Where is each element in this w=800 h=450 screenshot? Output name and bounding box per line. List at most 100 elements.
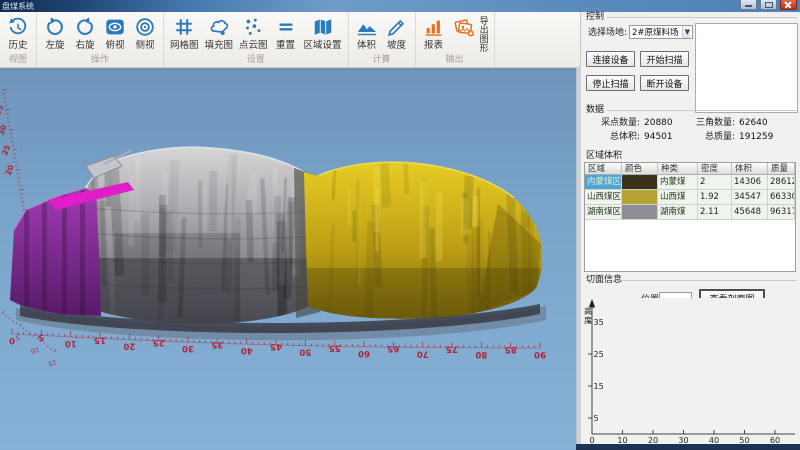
window-controls bbox=[740, 0, 797, 10]
svg-text:50: 50 bbox=[299, 347, 311, 357]
table-column-header: 种类 bbox=[658, 163, 698, 175]
ribbon-button-label: 填充图 bbox=[205, 40, 234, 51]
rotate-right-icon bbox=[73, 15, 97, 39]
reset-button[interactable]: 重置 bbox=[271, 14, 301, 52]
density-cell: 1.92 bbox=[698, 190, 732, 205]
stat-label: 总质量: bbox=[681, 132, 735, 142]
table-row[interactable]: 湖南煤区湖南煤2.114564896317 bbox=[585, 205, 795, 220]
table-column-header: 密度 bbox=[698, 163, 732, 175]
rotate-left-icon bbox=[43, 15, 67, 39]
ribbon-button-label: 重置 bbox=[276, 40, 295, 51]
region-volume-table[interactable]: 区域颜色种类密度体积质量内蒙煤区内蒙煤21430628612山西煤区山西煤1.9… bbox=[584, 162, 796, 272]
volume-button[interactable]: 体积 bbox=[352, 14, 382, 52]
titlebar: 盘煤系统 bbox=[0, 0, 800, 12]
ribbon-group: 左旋右旋俯视侧视操作 bbox=[37, 12, 164, 67]
site-select-dropdown[interactable]: 2#原煤料场 ▼ bbox=[629, 25, 693, 39]
ribbon-group: 网格图填充图点云图重置区域设置设置 bbox=[164, 12, 349, 67]
svg-text:0: 0 bbox=[9, 335, 15, 345]
control-group-title: 控制 bbox=[586, 13, 604, 22]
side-view-button[interactable]: 侧视 bbox=[130, 14, 160, 52]
density-cell: 2.11 bbox=[698, 205, 732, 220]
mass-cell: 28612 bbox=[768, 175, 795, 190]
slope-icon bbox=[385, 15, 409, 39]
profile-chart: 高度51525350102030405060 bbox=[581, 298, 798, 444]
device-log-listbox[interactable] bbox=[695, 23, 798, 113]
region-settings-icon bbox=[311, 15, 335, 39]
rotate-left-button[interactable]: 左旋 bbox=[40, 14, 70, 52]
ribbon-button-label: 俯视 bbox=[105, 40, 124, 51]
mass-cell: 66330 bbox=[768, 190, 795, 205]
ribbon-group-label: 视图 bbox=[3, 54, 33, 67]
stop-scan-button[interactable]: 停止扫描 bbox=[586, 75, 635, 91]
close-icon[interactable] bbox=[780, 0, 797, 10]
type-cell: 湖南煤 bbox=[658, 205, 698, 220]
region-cell: 内蒙煤区 bbox=[585, 175, 622, 190]
ribbon-group-label: 设置 bbox=[167, 54, 345, 67]
svg-text:0: 0 bbox=[589, 436, 594, 444]
report-button[interactable]: 报表 bbox=[419, 14, 449, 52]
disconnect-device-button[interactable]: 断开设备 bbox=[640, 75, 689, 91]
table-column-header: 颜色 bbox=[622, 163, 658, 175]
svg-text:5: 5 bbox=[38, 331, 44, 341]
table-row[interactable]: 山西煤区山西煤1.923454766330 bbox=[585, 190, 795, 205]
point-cloud-button[interactable]: 点云图 bbox=[236, 14, 271, 52]
ribbon-group-buttons: 历史 bbox=[3, 14, 33, 54]
ribbon-group-label: 操作 bbox=[40, 54, 160, 67]
history-icon bbox=[6, 15, 30, 39]
table-row[interactable]: 内蒙煤区内蒙煤21430628612 bbox=[585, 175, 795, 190]
ribbon-group: 体积坡度计算 bbox=[349, 12, 416, 67]
volume-cell: 45648 bbox=[732, 205, 768, 220]
restore-icon[interactable] bbox=[760, 0, 777, 10]
svg-text:80: 80 bbox=[475, 349, 487, 359]
fill-map-icon bbox=[207, 15, 231, 39]
svg-text:85: 85 bbox=[505, 344, 517, 354]
export-image-icon bbox=[452, 15, 476, 39]
3d-scene-viewport[interactable]: 2025303540510150510152025303540455055606… bbox=[0, 68, 576, 450]
stat-value: 94501 bbox=[644, 132, 673, 142]
connect-device-button[interactable]: 连接设备 bbox=[586, 51, 635, 67]
ribbon-group-label: 计算 bbox=[352, 54, 412, 67]
volume-icon bbox=[355, 15, 379, 39]
point-cloud-icon bbox=[241, 15, 265, 39]
svg-text:15: 15 bbox=[594, 382, 604, 391]
chevron-down-icon: ▼ bbox=[682, 26, 690, 38]
svg-text:15: 15 bbox=[48, 358, 58, 368]
section-info-title: 切面信息 bbox=[586, 276, 622, 285]
svg-text:45: 45 bbox=[270, 341, 282, 351]
rotate-right-button[interactable]: 右旋 bbox=[70, 14, 100, 52]
svg-text:10: 10 bbox=[65, 338, 77, 348]
svg-text:60: 60 bbox=[770, 436, 780, 444]
ribbon-button-label: 网格图 bbox=[170, 40, 199, 51]
top-view-button[interactable]: 俯视 bbox=[100, 14, 130, 52]
svg-text:40: 40 bbox=[709, 436, 719, 444]
region-cell: 湖南煤区 bbox=[585, 205, 622, 220]
volume-cell: 14306 bbox=[732, 175, 768, 190]
ribbon-button-label: 右旋 bbox=[75, 40, 94, 51]
slope-button[interactable]: 坡度 bbox=[382, 14, 412, 52]
site-select-value: 2#原煤料场 bbox=[632, 26, 679, 38]
svg-text:55: 55 bbox=[329, 342, 341, 352]
ribbon-group: 报表导出图形输出 bbox=[416, 12, 495, 67]
history-button[interactable]: 历史 bbox=[3, 14, 33, 52]
ribbon-group: 历史视图 bbox=[0, 12, 37, 67]
start-scan-button[interactable]: 开始扫描 bbox=[640, 51, 689, 67]
region-settings-button[interactable]: 区域设置 bbox=[301, 14, 345, 52]
ribbon-group-buttons: 体积坡度 bbox=[352, 14, 412, 54]
ribbon-group-buttons: 左旋右旋俯视侧视 bbox=[40, 14, 160, 54]
ribbon-button-label: 历史 bbox=[8, 40, 27, 51]
svg-text:35: 35 bbox=[211, 339, 223, 349]
svg-text:20: 20 bbox=[123, 341, 135, 351]
color-swatch bbox=[622, 205, 658, 220]
svg-text:25: 25 bbox=[594, 350, 604, 359]
minimize-icon[interactable] bbox=[740, 0, 757, 10]
ribbon-group-buttons: 网格图填充图点云图重置区域设置 bbox=[167, 14, 345, 54]
grid-map-button[interactable]: 网格图 bbox=[167, 14, 202, 52]
svg-text:10: 10 bbox=[30, 346, 40, 356]
svg-text:90: 90 bbox=[534, 349, 546, 359]
svg-text:5: 5 bbox=[594, 414, 599, 423]
export-image-button[interactable]: 导出图形 bbox=[449, 14, 491, 53]
density-cell: 2 bbox=[698, 175, 732, 190]
ribbon-button-label: 体积 bbox=[357, 40, 376, 51]
group-divider bbox=[621, 280, 797, 281]
fill-map-button[interactable]: 填充图 bbox=[202, 14, 237, 52]
